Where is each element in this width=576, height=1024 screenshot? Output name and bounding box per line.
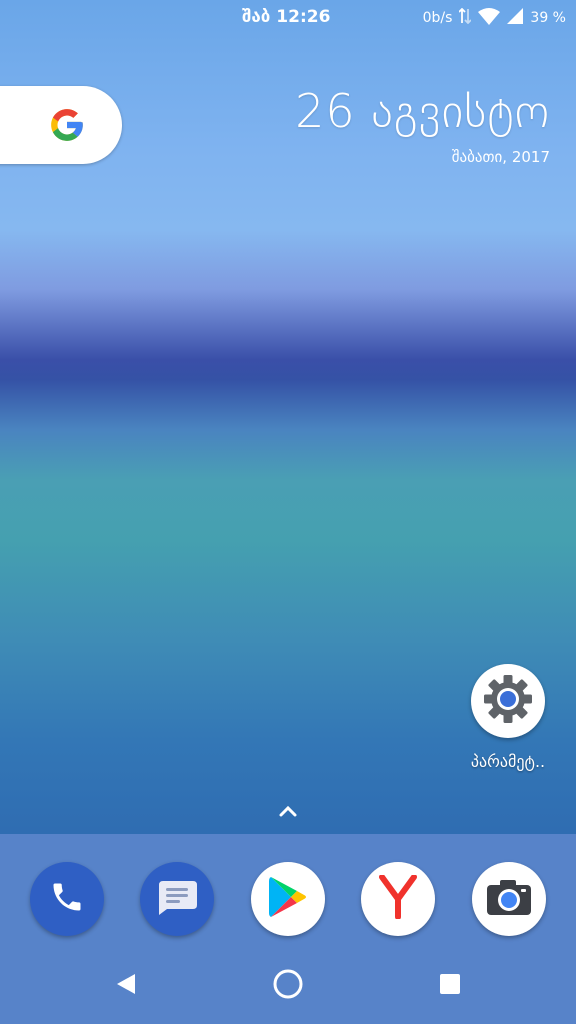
google-g-icon: [48, 106, 86, 148]
status-bar: შაბ 12:26 0b/s 39 %: [0, 0, 576, 36]
network-speed: 0b/s: [422, 10, 453, 26]
nav-recents-button[interactable]: [434, 970, 466, 1002]
dock-app-camera[interactable]: [472, 862, 546, 936]
home-circle-icon: [272, 968, 304, 1004]
messages-icon: [155, 877, 199, 921]
yandex-browser-icon: [378, 874, 418, 923]
dock-app-yandex[interactable]: [361, 862, 435, 936]
recents-square-icon: [439, 973, 461, 999]
date-widget-main[interactable]: 26 აგვისტო: [295, 84, 550, 138]
dock-app-play-store[interactable]: [251, 862, 325, 936]
date-widget-sub[interactable]: შაბათი, 2017: [452, 148, 550, 166]
nav-home-button[interactable]: [272, 968, 304, 1004]
battery-level: 39 %: [530, 10, 566, 26]
camera-icon: [485, 877, 533, 921]
gear-icon: [480, 671, 536, 731]
data-transfer-icon: [458, 7, 473, 28]
back-triangle-icon: [115, 972, 137, 1000]
app-drawer-chevron-up-icon[interactable]: [276, 800, 300, 820]
phone-icon: [49, 879, 85, 919]
play-store-icon: [267, 875, 309, 923]
dock-app-phone[interactable]: [30, 862, 104, 936]
wifi-icon: [478, 7, 501, 29]
settings-app-label: პარამეტ..: [470, 752, 546, 771]
nav-back-button[interactable]: [110, 970, 142, 1002]
status-icons: 0b/s 39 %: [422, 7, 566, 29]
status-time: შაბ 12:26: [242, 7, 331, 27]
google-search-button[interactable]: [0, 86, 122, 164]
settings-app-icon[interactable]: [471, 664, 545, 738]
dock-app-messages[interactable]: [140, 862, 214, 936]
app-shortcut-settings[interactable]: პარამეტ..: [448, 664, 568, 771]
cell-signal-icon: [507, 8, 524, 28]
navigation-bar: [0, 948, 576, 1024]
